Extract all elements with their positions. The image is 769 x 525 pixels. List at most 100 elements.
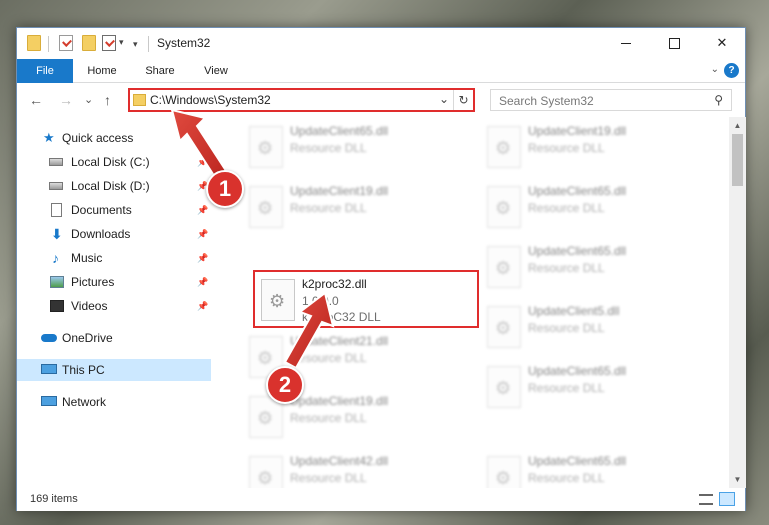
address-bar[interactable]: C:\Windows\System32 ⌄ ↻	[128, 88, 475, 112]
file-item[interactable]: UpdateClient19.dll Resource DLL	[479, 117, 699, 175]
file-item[interactable]: UpdateClient19.dll Resource DLL	[241, 177, 461, 235]
file-type: Resource DLL	[528, 261, 605, 275]
tab-share[interactable]: Share	[135, 59, 185, 83]
dll-file-icon	[487, 456, 521, 488]
file-type: Resource DLL	[528, 141, 605, 155]
search-icon[interactable]: ⚲	[714, 93, 723, 107]
back-arrow-icon[interactable]: ←	[29, 92, 43, 108]
file-type: k2ProC32 DLL	[302, 310, 381, 324]
sidebar-item-label: Downloads	[71, 227, 131, 241]
sidebar-item-label: This PC	[62, 363, 105, 377]
title-bar: ▾ ▾ System32	[17, 28, 745, 59]
folder-icon	[27, 35, 41, 51]
file-name: UpdateClient65.dll	[528, 364, 627, 378]
minimize-button[interactable]	[603, 28, 649, 58]
sidebar-item-music[interactable]: ♪ Music 📌	[17, 247, 211, 269]
vertical-scrollbar[interactable]: ▲ ▼	[729, 117, 746, 488]
sidebar-item-videos[interactable]: Videos 📌	[17, 295, 211, 317]
sidebar-item-documents[interactable]: Documents 📌	[17, 199, 211, 221]
help-icon[interactable]: ?	[724, 63, 739, 78]
dll-file-icon	[487, 126, 521, 168]
recent-locations-icon[interactable]: ⌄	[84, 93, 93, 106]
sidebar-item-onedrive[interactable]: OneDrive	[17, 327, 211, 349]
pin-icon[interactable]: 📌	[197, 199, 208, 221]
details-view-icon[interactable]	[699, 494, 713, 505]
step-2-badge: 2	[266, 366, 304, 404]
status-bar: 169 items	[17, 488, 745, 511]
dll-file-icon	[261, 279, 295, 321]
file-name: k2proc32.dll	[302, 277, 367, 291]
forward-arrow-icon[interactable]: →	[59, 92, 73, 108]
file-item[interactable]: UpdateClient65.dll Resource DLL	[479, 177, 699, 235]
sidebar-item-downloads[interactable]: ⬇ Downloads 📌	[17, 223, 211, 245]
expand-ribbon-icon[interactable]: ⌄	[711, 64, 719, 75]
sidebar-item-label: OneDrive	[62, 331, 113, 345]
explorer-window: ▾ ▾ System32 File Home Share View ⌄ ? ← …	[16, 27, 746, 511]
file-type: Resource DLL	[290, 351, 367, 365]
up-arrow-icon[interactable]: ↑	[104, 92, 111, 108]
disk-icon	[49, 182, 63, 190]
pin-icon[interactable]: 📌	[197, 151, 208, 173]
chevron-down-icon[interactable]: ▾	[133, 39, 138, 50]
file-item[interactable]: UpdateClient65.dll Resource DLL	[241, 117, 461, 175]
pin-icon[interactable]: 📌	[197, 295, 208, 317]
document-icon	[51, 203, 62, 217]
star-icon: ★	[43, 130, 55, 145]
video-icon	[50, 300, 64, 312]
tab-home[interactable]: Home	[77, 59, 127, 83]
file-name: UpdateClient65.dll	[290, 124, 389, 138]
sidebar-item-pictures[interactable]: Pictures 📌	[17, 271, 211, 293]
step-1-badge: 1	[206, 170, 244, 208]
divider	[48, 36, 49, 52]
file-name: UpdateClient65.dll	[528, 184, 627, 198]
file-item-k2proc32[interactable]: k2proc32.dll 1.0.0.0 k2ProC32 DLL	[253, 270, 473, 328]
file-type: Resource DLL	[528, 321, 605, 335]
divider	[148, 36, 149, 52]
quick-access-dropdown-icon[interactable]: ▾	[119, 37, 124, 48]
file-type: Resource DLL	[528, 471, 605, 485]
sidebar-item-this-pc[interactable]: This PC	[17, 359, 211, 381]
scroll-up-icon[interactable]: ▲	[729, 117, 746, 134]
scrollbar-thumb[interactable]	[732, 134, 743, 186]
file-type: Resource DLL	[290, 201, 367, 215]
file-type: Resource DLL	[528, 381, 605, 395]
scroll-down-icon[interactable]: ▼	[729, 471, 746, 488]
search-placeholder: Search System32	[499, 94, 594, 108]
file-item[interactable]: UpdateClient65.dll Resource DLL	[479, 357, 699, 415]
search-input[interactable]: Search System32 ⚲	[490, 89, 732, 111]
file-item[interactable]: UpdateClient5.dll Resource DLL	[479, 297, 699, 355]
tab-view[interactable]: View	[193, 59, 239, 83]
tiles-view-icon[interactable]	[719, 492, 735, 506]
file-item[interactable]: UpdateClient65.dll Resource DLL	[479, 237, 699, 295]
close-button[interactable]	[699, 28, 745, 58]
pin-icon[interactable]: 📌	[197, 223, 208, 245]
sidebar-item-label: Documents	[71, 203, 132, 217]
file-type: Resource DLL	[290, 141, 367, 155]
file-name: UpdateClient19.dll	[528, 124, 627, 138]
maximize-button[interactable]	[651, 28, 697, 58]
file-list: UpdateClient65.dll Resource DLL UpdateCl…	[211, 117, 729, 488]
customize-icon[interactable]	[102, 35, 116, 51]
file-name: UpdateClient19.dll	[290, 184, 389, 198]
download-icon: ⬇	[51, 226, 63, 242]
sidebar-item-network[interactable]: Network	[17, 391, 211, 413]
pin-icon[interactable]: 📌	[197, 247, 208, 269]
sidebar-item-label: Local Disk (D:)	[71, 179, 150, 193]
address-dropdown-icon[interactable]: ⌄	[439, 92, 449, 106]
sidebar-item-local-disk-c[interactable]: Local Disk (C:) 📌	[17, 151, 211, 173]
new-folder-icon[interactable]	[82, 35, 96, 51]
window-title: System32	[157, 36, 211, 50]
file-type: Resource DLL	[290, 471, 367, 485]
dll-file-icon	[249, 456, 283, 488]
refresh-icon[interactable]: ↻	[453, 90, 473, 110]
sidebar-item-quick-access[interactable]: ★ Quick access	[17, 127, 211, 149]
address-path[interactable]: C:\Windows\System32	[150, 93, 271, 107]
pin-icon[interactable]: 📌	[197, 271, 208, 293]
file-name: UpdateClient21.dll	[290, 334, 389, 348]
file-item[interactable]: UpdateClient65.dll Resource DLL	[479, 447, 699, 488]
file-item[interactable]: UpdateClient42.dll Resource DLL	[241, 447, 461, 488]
folder-icon	[133, 94, 146, 106]
sidebar-item-local-disk-d[interactable]: Local Disk (D:) 📌	[17, 175, 211, 197]
properties-icon[interactable]	[59, 35, 73, 51]
cloud-icon	[41, 334, 57, 342]
